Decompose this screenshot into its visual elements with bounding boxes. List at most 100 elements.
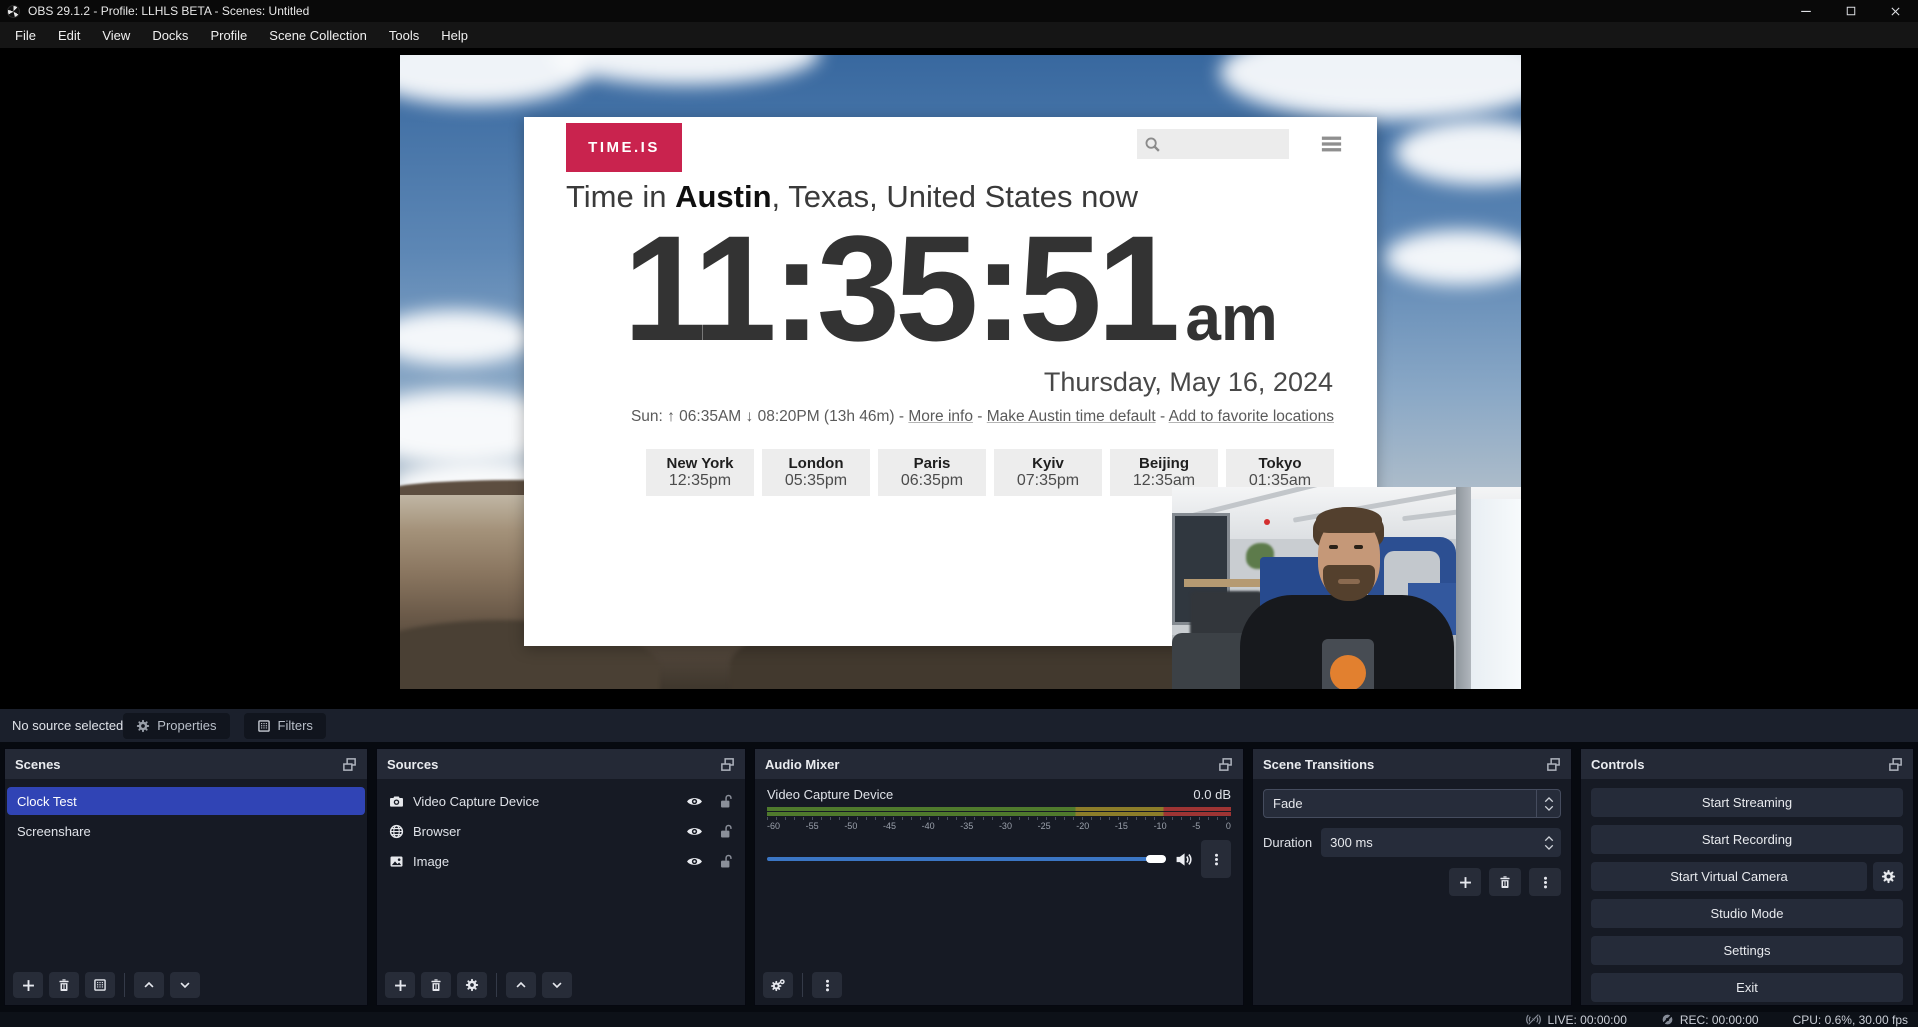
- volume-slider-handle[interactable]: [1146, 855, 1166, 863]
- menu-profile[interactable]: Profile: [199, 22, 258, 48]
- city-newyork[interactable]: New York12:35pm: [646, 449, 754, 496]
- webcam-overlay-source[interactable]: [1172, 487, 1521, 689]
- menu-edit[interactable]: Edit: [47, 22, 91, 48]
- menu-docks[interactable]: Docks: [141, 22, 199, 48]
- separator: -: [895, 408, 909, 425]
- tick: -20: [1076, 821, 1089, 831]
- menu-view[interactable]: View: [91, 22, 141, 48]
- source-item-video-capture[interactable]: Video Capture Device: [379, 787, 743, 815]
- minimize-button[interactable]: [1783, 0, 1828, 22]
- scene-label: Clock Test: [17, 794, 77, 809]
- source-item-browser[interactable]: Browser: [379, 817, 743, 845]
- add-scene-button[interactable]: [13, 972, 43, 998]
- virtual-camera-settings-button[interactable]: [1873, 862, 1903, 891]
- visibility-toggle[interactable]: [686, 823, 703, 840]
- preview-canvas[interactable]: TIME.IS Time in Austin, Texas, United St…: [400, 55, 1521, 689]
- visibility-toggle[interactable]: [686, 853, 703, 870]
- remove-transition-button[interactable]: [1489, 868, 1521, 896]
- divider: [124, 973, 125, 997]
- tick: 0: [1226, 821, 1231, 831]
- popout-icon[interactable]: [720, 757, 735, 772]
- city-time: 12:35pm: [669, 472, 731, 490]
- add-favorite-link[interactable]: Add to favorite locations: [1169, 408, 1334, 425]
- visibility-toggle[interactable]: [686, 793, 703, 810]
- channel-name: Video Capture Device: [767, 787, 893, 802]
- sun-info-line: Sun: ↑ 06:35AM ↓ 08:20PM (13h 46m) - Mor…: [631, 408, 1334, 426]
- source-item-image[interactable]: Image: [379, 847, 743, 875]
- filters-button[interactable]: Filters: [244, 713, 326, 739]
- plus-icon: [1458, 875, 1473, 890]
- start-recording-button[interactable]: Start Recording: [1591, 825, 1903, 854]
- city-kyiv[interactable]: Kyiv07:35pm: [994, 449, 1102, 496]
- transitions-title: Scene Transitions: [1263, 757, 1374, 772]
- scene-up-button[interactable]: [134, 972, 164, 998]
- start-streaming-button[interactable]: Start Streaming: [1591, 788, 1903, 817]
- menu-tools[interactable]: Tools: [378, 22, 430, 48]
- unlock-icon: [718, 854, 733, 869]
- make-default-link[interactable]: Make Austin time default: [987, 408, 1156, 425]
- maximize-button[interactable]: [1828, 0, 1873, 22]
- scene-down-button[interactable]: [170, 972, 200, 998]
- controls-header: Controls: [1581, 749, 1913, 779]
- plus-icon: [21, 978, 36, 993]
- popout-icon[interactable]: [1888, 757, 1903, 772]
- mixer-options-button[interactable]: [812, 972, 842, 998]
- lock-toggle[interactable]: [718, 824, 733, 839]
- tick: -15: [1115, 821, 1128, 831]
- chevron-up-icon: [1544, 835, 1554, 842]
- source-label: Video Capture Device: [413, 794, 677, 809]
- duration-arrows[interactable]: [1537, 835, 1561, 851]
- sources-title: Sources: [387, 757, 438, 772]
- source-down-button[interactable]: [542, 972, 572, 998]
- more-info-link[interactable]: More info: [908, 408, 973, 425]
- scene-item-screenshare[interactable]: Screenshare: [7, 817, 365, 845]
- menu-scene-collection[interactable]: Scene Collection: [258, 22, 378, 48]
- studio-mode-button[interactable]: Studio Mode: [1591, 899, 1903, 928]
- scene-filters-button[interactable]: [85, 972, 115, 998]
- remove-scene-button[interactable]: [49, 972, 79, 998]
- menu-help[interactable]: Help: [430, 22, 479, 48]
- unlock-icon: [718, 794, 733, 809]
- search-input[interactable]: [1137, 129, 1289, 159]
- popout-icon[interactable]: [1546, 757, 1561, 772]
- add-source-button[interactable]: [385, 972, 415, 998]
- menu-file[interactable]: File: [4, 22, 47, 48]
- gear-icon: [1881, 869, 1896, 884]
- settings-button[interactable]: Settings: [1591, 936, 1903, 965]
- volume-slider[interactable]: [767, 857, 1166, 861]
- channel-options-button[interactable]: [1201, 840, 1231, 878]
- source-properties-button[interactable]: [457, 972, 487, 998]
- duration-spinbox[interactable]: 300 ms: [1321, 828, 1561, 857]
- search-icon: [1144, 136, 1161, 153]
- scene-item-clock-test[interactable]: Clock Test: [7, 787, 365, 815]
- city-paris[interactable]: Paris06:35pm: [878, 449, 986, 496]
- timeis-logo[interactable]: TIME.IS: [566, 123, 682, 172]
- mute-toggle[interactable]: [1175, 851, 1192, 868]
- mixer-header: Audio Mixer: [755, 749, 1243, 779]
- add-transition-button[interactable]: [1449, 868, 1481, 896]
- filters-label: Filters: [278, 718, 313, 733]
- close-button[interactable]: [1873, 0, 1918, 22]
- title-bar: OBS 29.1.2 - Profile: LLHLS BETA - Scene…: [0, 0, 1918, 22]
- advanced-audio-button[interactable]: [763, 972, 793, 998]
- remove-source-button[interactable]: [421, 972, 451, 998]
- transition-select[interactable]: Fade: [1263, 789, 1561, 818]
- city-london[interactable]: London05:35pm: [762, 449, 870, 496]
- dock-area: Scenes Clock Test Screenshare: [0, 742, 1918, 1012]
- source-up-button[interactable]: [506, 972, 536, 998]
- transition-select-arrows[interactable]: [1536, 790, 1560, 817]
- popout-icon[interactable]: [342, 757, 357, 772]
- divider: [496, 973, 497, 997]
- globe-icon: [389, 824, 404, 839]
- lock-toggle[interactable]: [718, 794, 733, 809]
- hamburger-menu-button[interactable]: [1319, 133, 1344, 155]
- exit-button[interactable]: Exit: [1591, 973, 1903, 1002]
- city-name: Kyiv: [1032, 455, 1064, 472]
- popout-icon[interactable]: [1218, 757, 1233, 772]
- start-virtual-camera-button[interactable]: Start Virtual Camera: [1591, 862, 1867, 891]
- properties-button[interactable]: Properties: [123, 713, 229, 739]
- transition-options-button[interactable]: [1529, 868, 1561, 896]
- lock-toggle[interactable]: [718, 854, 733, 869]
- scenes-title: Scenes: [15, 757, 61, 772]
- tick: -5: [1192, 821, 1200, 831]
